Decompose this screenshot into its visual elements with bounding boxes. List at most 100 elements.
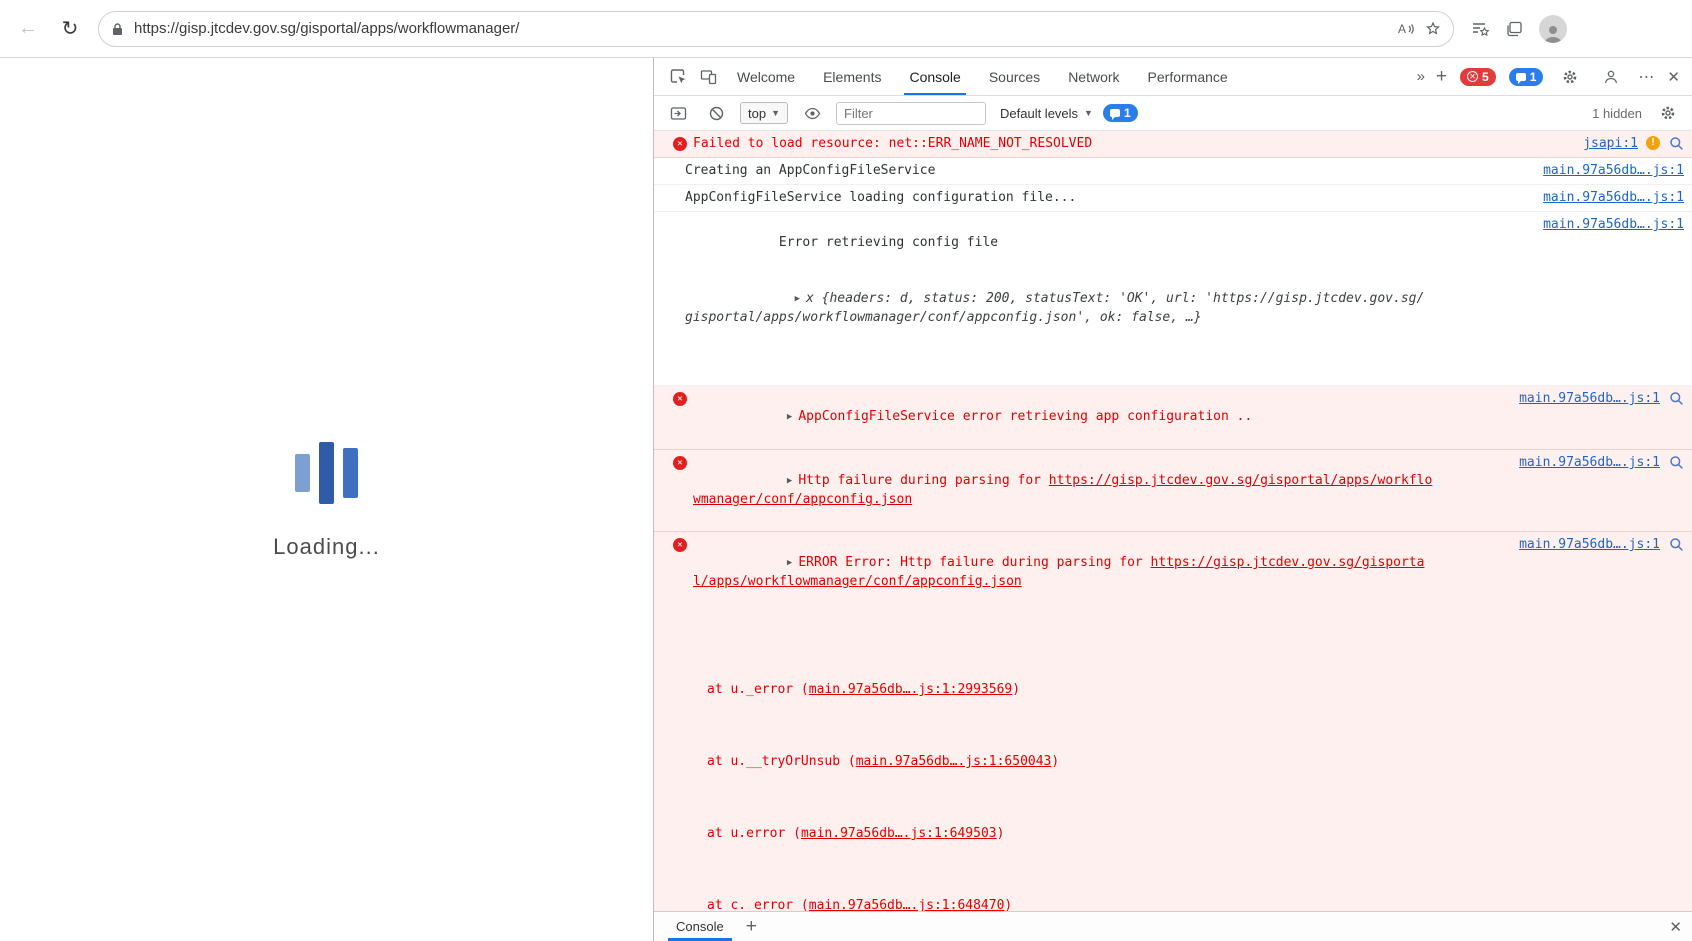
stack-frame-link[interactable]: main.97a56db….js:1:650043 — [856, 754, 1052, 769]
console-message-row: ✕ Failed to load resource: net::ERR_NAME… — [654, 131, 1692, 158]
svg-text:A: A — [1398, 22, 1406, 36]
tab-console[interactable]: Console — [896, 58, 973, 95]
favorite-star-icon[interactable] — [1425, 21, 1441, 37]
collections-icon[interactable] — [1506, 21, 1523, 37]
loading-indicator: Loading... — [0, 438, 653, 560]
expand-caret-icon[interactable]: ▶ — [787, 554, 792, 572]
stack-frame: at u.error main.97a56db….js:1:649503 — [707, 825, 1438, 843]
console-message-row: ✕ ▶ Http failure during parsing for https… — [654, 450, 1692, 532]
browser-actions — [1472, 14, 1567, 43]
close-drawer-button[interactable]: ✕ — [1669, 918, 1682, 936]
message-text: Failed to load resource: net::ERR_NAME_N… — [693, 136, 1093, 151]
tab-welcome[interactable]: Welcome — [724, 58, 808, 95]
source-link[interactable]: main.97a56db….js:1 — [1519, 390, 1660, 408]
console-output: ✕ Failed to load resource: net::ERR_NAME… — [654, 131, 1692, 911]
context-selector[interactable]: top ▼ — [740, 102, 788, 124]
source-link[interactable]: main.97a56db….js:1 — [1519, 454, 1660, 472]
search-web-icon[interactable] — [1668, 135, 1684, 151]
feedback-icon[interactable] — [1597, 64, 1625, 90]
close-devtools-button[interactable]: ✕ — [1667, 68, 1680, 86]
message-text: ▶ AppConfigFileService error retrieving a… — [786, 408, 1253, 426]
console-toolbar: top ▼ Default levels ▼ 1 1 hidden — [654, 96, 1692, 131]
drawer-tab-console[interactable]: Console — [664, 912, 736, 941]
search-web-icon[interactable] — [1668, 390, 1684, 406]
log-levels-dropdown[interactable]: Default levels ▼ — [1000, 106, 1093, 121]
tab-performance[interactable]: Performance — [1135, 58, 1241, 95]
search-web-icon[interactable] — [1668, 454, 1684, 470]
message-text: Error retrieving config file ▶ x {headers… — [685, 216, 1430, 381]
expand-caret-icon[interactable]: ▶ — [787, 408, 792, 426]
message-text: AppConfigFileService loading configurati… — [685, 190, 1077, 205]
search-web-icon[interactable] — [1668, 536, 1684, 552]
stack-frame-link[interactable]: main.97a56db….js:1:2993569 — [809, 682, 1013, 697]
loading-bars-icon — [295, 438, 358, 508]
error-circle-icon: ✕ — [1467, 71, 1479, 82]
console-message-row: Creating an AppConfigFileService main.97… — [654, 158, 1692, 185]
favorites-hub-icon[interactable] — [1472, 21, 1490, 37]
tab-network[interactable]: Network — [1055, 58, 1132, 95]
devtools-drawer-bar: Console + ✕ — [654, 911, 1692, 941]
warning-icon[interactable]: ! — [1646, 136, 1660, 150]
stack-frame: at u.__tryOrUnsub main.97a56db….js:1:650… — [707, 753, 1438, 771]
stack-frame-link[interactable]: main.97a56db….js:1:649503 — [801, 826, 997, 841]
console-message-row: Error retrieving config file ▶ x {headers… — [654, 212, 1692, 386]
source-link[interactable]: main.97a56db….js:1 — [1543, 162, 1684, 180]
console-message-row: AppConfigFileService loading configurati… — [654, 185, 1692, 212]
tab-elements[interactable]: Elements — [810, 58, 894, 95]
console-sidebar-toggle-icon[interactable] — [664, 100, 692, 126]
filter-input[interactable] — [836, 101, 986, 125]
console-settings-gear-icon[interactable] — [1654, 100, 1682, 126]
devtools-menu-icon[interactable]: ⋯ — [1638, 67, 1654, 87]
issues-count-badge[interactable]: 1 — [1508, 67, 1544, 86]
issues-bubble-icon — [1109, 109, 1120, 120]
error-icon: ✕ — [673, 456, 687, 470]
message-text: ▶ Http failure during parsing for https:/… — [693, 472, 1433, 507]
loading-label: Loading... — [273, 534, 380, 559]
tab-sources[interactable]: Sources — [976, 58, 1053, 95]
stack-frame: at c._error main.97a56db….js:1:648470 — [707, 897, 1438, 911]
issues-bubble-icon — [1515, 72, 1526, 84]
settings-gear-icon[interactable] — [1556, 64, 1584, 90]
message-text: ▶ ERROR Error: Http failure during parsin… — [693, 536, 1438, 911]
chevron-down-icon: ▼ — [771, 108, 780, 118]
source-link[interactable]: main.97a56db….js:1 — [1519, 536, 1660, 554]
more-tabs-chevron-icon[interactable]: » — [1417, 68, 1425, 85]
refresh-icon[interactable]: ↻ — [56, 15, 84, 43]
device-toolbar-icon[interactable] — [694, 64, 722, 90]
read-aloud-icon[interactable]: A — [1397, 21, 1415, 37]
error-count-badge[interactable]: ✕ 5 — [1460, 67, 1496, 86]
message-text: Creating an AppConfigFileService — [685, 163, 936, 178]
web-page-viewport: Loading... — [0, 58, 654, 941]
browser-toolbar: ← ↻ A — [0, 0, 1692, 58]
expand-caret-icon[interactable]: ▶ — [787, 472, 792, 490]
add-drawer-tab-button[interactable]: + — [746, 916, 757, 938]
inspect-element-icon[interactable] — [664, 64, 692, 90]
devtools-panel: Welcome Elements Console Sources Network… — [654, 58, 1692, 941]
error-icon: ✕ — [673, 137, 687, 151]
source-link[interactable]: main.97a56db….js:1 — [1543, 189, 1684, 207]
console-message-row: ✕ ▶ AppConfigFileService error retrieving… — [654, 386, 1692, 450]
address-bar[interactable]: A — [98, 10, 1454, 47]
add-tab-button[interactable]: + — [1436, 66, 1447, 88]
toolbar-issues-badge[interactable]: 1 — [1102, 104, 1138, 122]
site-info-lock-icon[interactable] — [111, 22, 124, 36]
stack-trace: at u._error main.97a56db….js:1:2993569 a… — [693, 609, 1438, 911]
stack-frame: at u._error main.97a56db….js:1:2993569 — [707, 681, 1438, 699]
object-preview: ▶ x {headers: d, status: 200, statusText:… — [685, 290, 1425, 325]
hidden-messages-label: 1 hidden — [1592, 105, 1642, 121]
url-input[interactable] — [134, 20, 1387, 37]
live-expression-eye-icon[interactable] — [798, 100, 826, 126]
source-link[interactable]: jsapi:1 — [1583, 135, 1638, 153]
error-icon: ✕ — [673, 538, 687, 552]
source-link[interactable]: main.97a56db….js:1 — [1543, 216, 1684, 234]
back-icon[interactable]: ← — [14, 15, 42, 43]
error-icon: ✕ — [673, 392, 687, 406]
clear-console-icon[interactable] — [702, 100, 730, 126]
browser-window: ← ↻ A — [0, 0, 1692, 941]
stack-frame-link[interactable]: main.97a56db….js:1:648470 — [809, 898, 1005, 911]
profile-avatar[interactable] — [1539, 14, 1567, 43]
expand-caret-icon[interactable]: ▶ — [795, 290, 800, 308]
chevron-down-icon: ▼ — [1084, 108, 1093, 118]
devtools-tabbar: Welcome Elements Console Sources Network… — [654, 58, 1692, 96]
console-message-row: ✕ ▶ ERROR Error: Http failure during pars… — [654, 532, 1692, 911]
